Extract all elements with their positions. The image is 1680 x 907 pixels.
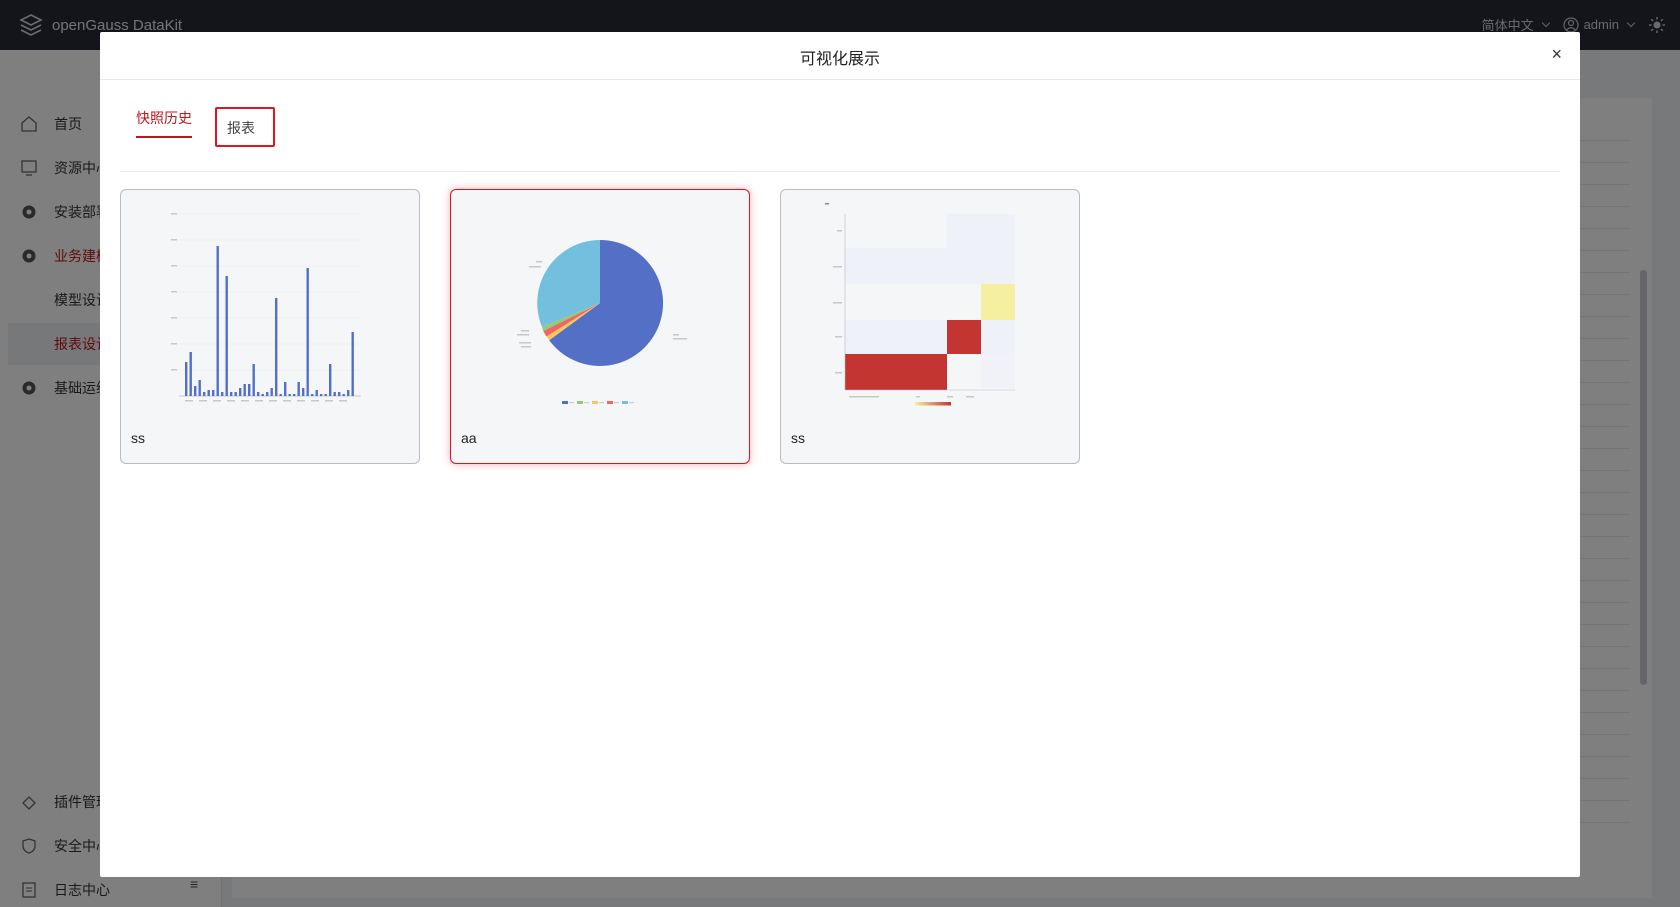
visualization-card[interactable]: aa [450, 189, 750, 464]
thumbnail-bar [185, 362, 188, 396]
thumbnail-bar [266, 392, 269, 396]
pie-chart-thumbnail [517, 239, 687, 404]
thumbnail-bar [189, 352, 192, 396]
thumbnail-bar [270, 388, 273, 396]
thumbnail-bar [212, 390, 215, 396]
thumbnail-bar [342, 394, 345, 396]
thumbnail-bar [225, 276, 228, 396]
tab-snapshot-history[interactable]: 快照历史 [136, 108, 192, 138]
thumbnail-bar [257, 392, 260, 396]
thumbnail-bar [279, 394, 282, 396]
thumbnail-bar [351, 332, 354, 396]
heatmap-thumbnail [825, 203, 1015, 406]
thumbnail-bar [207, 390, 210, 396]
thumbnail-bar [230, 392, 233, 396]
card-name: ss [131, 430, 145, 446]
thumbnail-bar [239, 388, 242, 396]
thumbnail-bar [297, 382, 300, 396]
thumbnail-bar [329, 364, 332, 396]
thumbnail-bar [216, 246, 219, 396]
dialog-header: 可视化展示 × [100, 32, 1580, 80]
thumbnail-bar [261, 394, 264, 396]
thumbnail-bar [315, 390, 318, 396]
thumbnail-bar [320, 394, 323, 396]
thumbnail-bar [275, 298, 278, 396]
dialog-tabs: 快照历史 报表 [120, 98, 1560, 172]
thumbnail-bar [347, 390, 350, 396]
card-name: ss [791, 430, 805, 446]
thumbnail-bar [293, 394, 296, 396]
thumbnail-bar [306, 268, 309, 396]
thumbnail-bar [243, 384, 246, 396]
thumbnail-bar [198, 380, 201, 396]
thumbnail-bar [288, 394, 291, 396]
bar-chart-thumbnail [171, 213, 361, 402]
thumbnail-bar [284, 382, 287, 396]
thumbnail-bar [338, 392, 341, 396]
thumbnail-bar [234, 392, 237, 396]
thumbnail-bar [248, 384, 251, 396]
close-icon[interactable]: × [1551, 44, 1562, 65]
thumbnail-bar [221, 392, 224, 396]
visualization-dialog: 可视化展示 × 快照历史 报表 ss aa ss [100, 32, 1580, 877]
thumbnail-bar [302, 388, 305, 396]
visualization-card[interactable]: ss [120, 189, 420, 464]
thumbnail-bar [333, 392, 336, 396]
thumbnail-bar [311, 394, 314, 396]
thumbnail-bar [252, 364, 255, 396]
thumbnail-bar [194, 386, 197, 396]
thumbnail-bar [203, 392, 206, 396]
tab-report[interactable]: 报表 [215, 107, 275, 147]
visualization-card[interactable]: ss [780, 189, 1080, 464]
card-name: aa [461, 430, 477, 446]
thumbnail-bar [324, 394, 327, 396]
dialog-title: 可视化展示 [799, 51, 880, 68]
